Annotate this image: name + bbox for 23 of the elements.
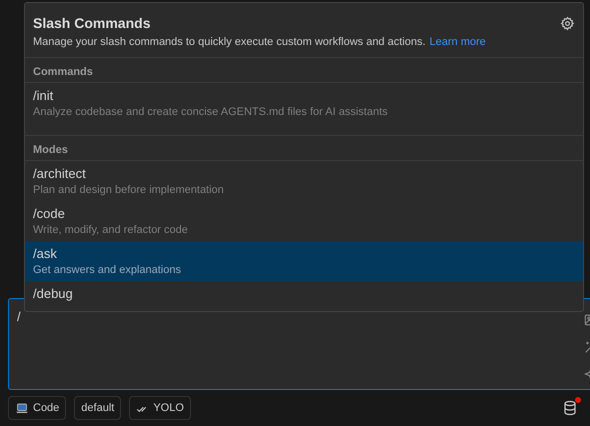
command-item[interactable]: /code Write, modify, and refactor code bbox=[25, 201, 583, 241]
popup-description: Manage your slash commands to quickly execute custom workflows and actions. bbox=[33, 36, 426, 48]
command-name: /init bbox=[33, 87, 54, 104]
command-item[interactable]: /init Analyze codebase and create concise AGENTS.md files for AI assistants bbox=[25, 83, 583, 123]
laptop-icon bbox=[15, 402, 29, 414]
command-name: /ask bbox=[33, 245, 58, 262]
command-description: Analyze codebase and create concise AGENTS.md files for AI assistants bbox=[33, 105, 389, 120]
command-name: /code bbox=[33, 205, 66, 222]
section-heading: Commands bbox=[25, 57, 583, 83]
settings-icon[interactable] bbox=[560, 16, 575, 30]
learn-more-link[interactable]: Learn more bbox=[430, 36, 486, 48]
mode-button[interactable]: default bbox=[74, 396, 122, 420]
database-icon[interactable] bbox=[562, 400, 578, 416]
command-description: Plan and design before implementation bbox=[33, 183, 225, 198]
section-heading: Modes bbox=[25, 135, 583, 161]
command-item[interactable]: /architect Plan and design before implementation bbox=[25, 161, 583, 201]
mode-button[interactable]: Code bbox=[8, 396, 66, 420]
command-item[interactable]: /ask Get answers and explanations bbox=[25, 241, 583, 281]
command-name: /architect bbox=[33, 165, 87, 182]
command-description: Get answers and explanations bbox=[33, 263, 182, 278]
popup-title: Slash Commands bbox=[33, 15, 150, 31]
command-description: Write, modify, and refactor code bbox=[33, 223, 189, 238]
mode-button[interactable]: YOLO bbox=[129, 396, 191, 420]
